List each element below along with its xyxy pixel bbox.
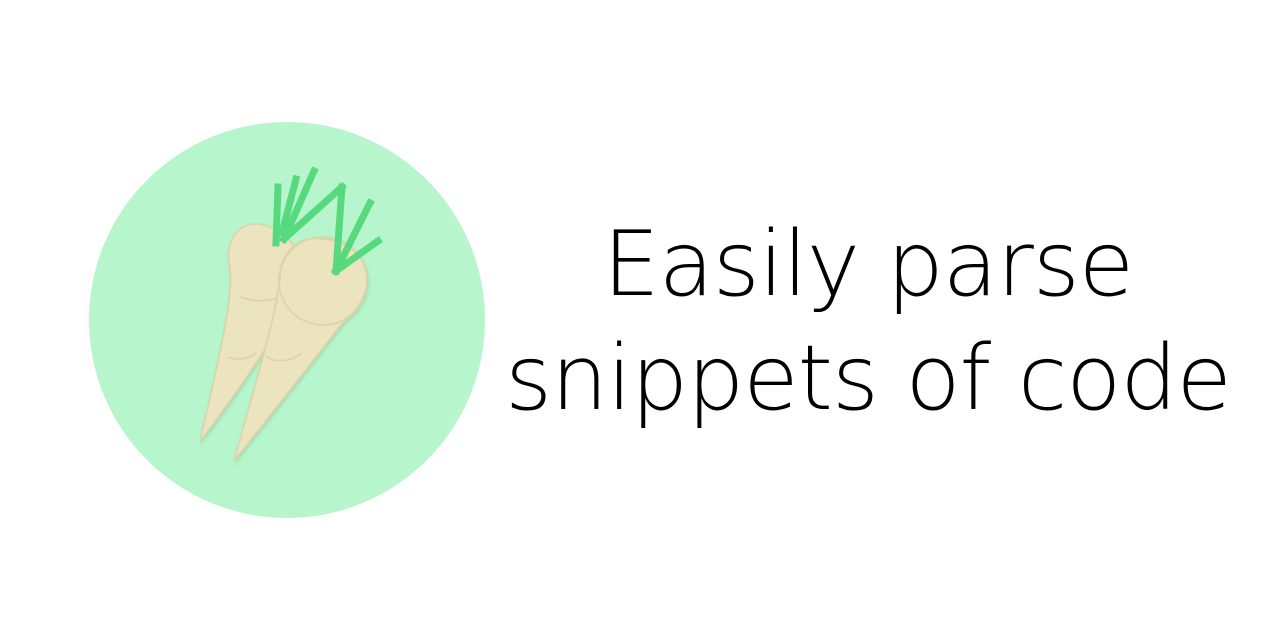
parsnip-icon — [89, 122, 485, 518]
banner: Easily parse snippets of code — [0, 0, 1280, 640]
tagline: Easily parse snippets of code — [488, 208, 1248, 436]
tagline-line-1: Easily parse — [602, 212, 1134, 317]
parsnip-logo — [88, 121, 486, 519]
tagline-line-2: snippets of code — [505, 326, 1232, 431]
